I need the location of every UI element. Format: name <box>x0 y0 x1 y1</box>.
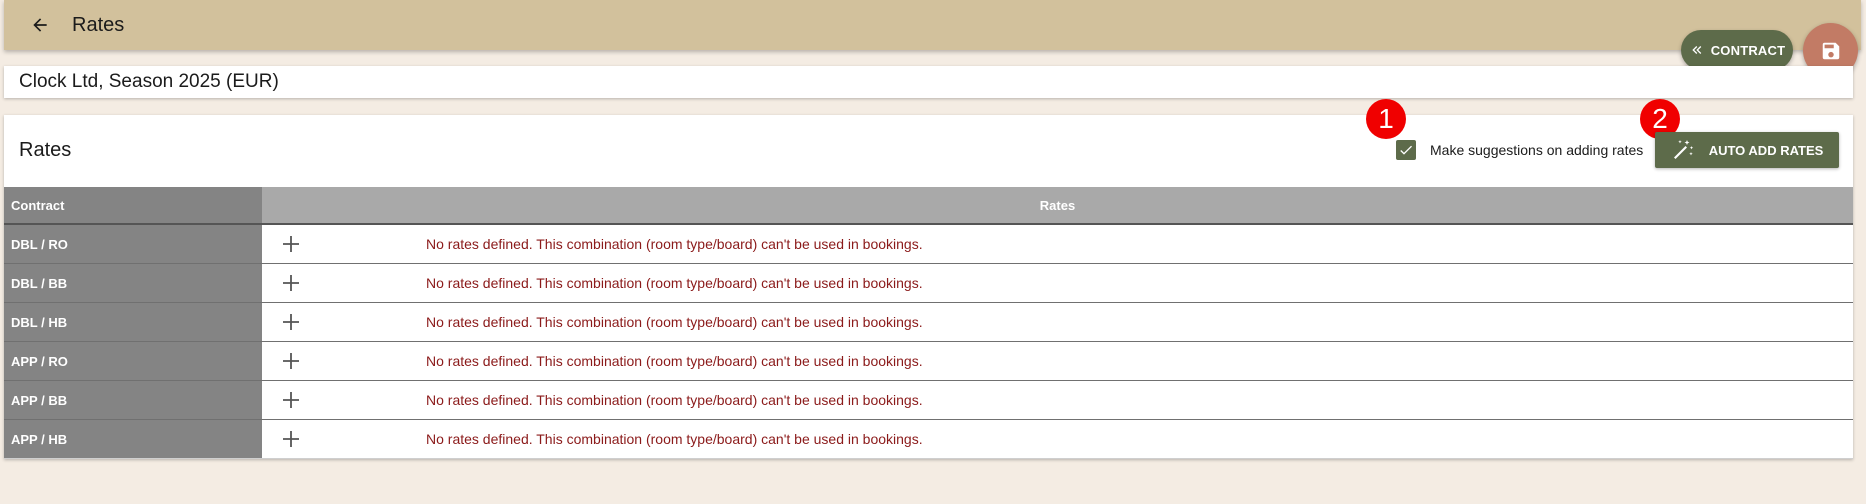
contract-button[interactable]: CONTRACT <box>1681 30 1793 70</box>
plus-icon <box>283 236 299 252</box>
suggest-checkbox[interactable] <box>1396 140 1416 160</box>
back-button[interactable] <box>20 5 60 45</box>
no-rates-message: No rates defined. This combination (room… <box>426 314 923 330</box>
double-chevron-left-icon <box>1692 46 1701 54</box>
contract-subtitle-card: Clock Ltd, Season 2025 (EUR) <box>4 66 1853 98</box>
no-rates-message: No rates defined. This combination (room… <box>426 236 923 252</box>
row-rates-cell: No rates defined. This combination (room… <box>262 381 1853 419</box>
row-rates-cell: No rates defined. This combination (room… <box>262 420 1853 458</box>
suggest-checkbox-label: Make suggestions on adding rates <box>1430 142 1644 158</box>
checkmark-icon <box>1400 145 1412 155</box>
contract-subtitle: Clock Ltd, Season 2025 (EUR) <box>19 71 279 92</box>
row-label: DBL / HB <box>4 303 262 341</box>
no-rates-message: No rates defined. This combination (room… <box>426 353 923 369</box>
no-rates-message: No rates defined. This combination (room… <box>426 431 923 447</box>
add-rate-button[interactable] <box>280 428 302 450</box>
app-bar: Rates <box>4 0 1861 50</box>
add-rate-button[interactable] <box>280 233 302 255</box>
suggest-toggle: Make suggestions on adding rates <box>1396 140 1643 160</box>
plus-icon <box>283 431 299 447</box>
row-rates-cell: No rates defined. This combination (room… <box>262 225 1853 263</box>
row-rates-cell: No rates defined. This combination (room… <box>262 264 1853 302</box>
page-title: Rates <box>72 13 125 36</box>
rates-card: Rates 1 2 Make suggestions on adding rat… <box>4 99 1853 459</box>
auto-add-rates-label: AUTO ADD RATES <box>1708 142 1824 158</box>
no-rates-message: No rates defined. This combination (room… <box>426 392 923 408</box>
row-label: APP / RO <box>4 342 262 380</box>
auto-add-rates-button[interactable]: AUTO ADD RATES <box>1655 132 1839 168</box>
plus-icon <box>283 275 299 291</box>
table-header: Contract Rates <box>4 187 1853 225</box>
add-rate-button[interactable] <box>280 272 302 294</box>
column-header-rates: Rates <box>262 187 1853 223</box>
add-rate-button[interactable] <box>280 350 302 372</box>
row-label: DBL / BB <box>4 264 262 302</box>
marker-1: 1 <box>1366 99 1406 139</box>
floppy-disk-icon <box>1822 42 1839 59</box>
column-header-contract: Contract <box>4 187 262 223</box>
no-rates-message: No rates defined. This combination (room… <box>426 275 923 291</box>
table-row: APP / HB No rates defined. This combinat… <box>4 420 1853 459</box>
contract-button-label: CONTRACT <box>1710 42 1786 58</box>
magic-wand-icon <box>1673 140 1693 159</box>
row-label: APP / BB <box>4 381 262 419</box>
rates-heading: Rates <box>19 139 72 161</box>
plus-icon <box>283 353 299 369</box>
row-label: DBL / RO <box>4 225 262 263</box>
table-row: APP / RO No rates defined. This combinat… <box>4 342 1853 381</box>
row-label: APP / HB <box>4 420 262 458</box>
arrow-left-icon <box>33 18 47 32</box>
row-rates-cell: No rates defined. This combination (room… <box>262 342 1853 380</box>
table-row: APP / BB No rates defined. This combinat… <box>4 381 1853 420</box>
table-row: DBL / BB No rates defined. This combinat… <box>4 264 1853 303</box>
plus-icon <box>283 314 299 330</box>
row-rates-cell: No rates defined. This combination (room… <box>262 303 1853 341</box>
rates-table: Contract Rates DBL / RO No rates defined… <box>4 187 1853 459</box>
add-rate-button[interactable] <box>280 311 302 333</box>
add-rate-button[interactable] <box>280 389 302 411</box>
plus-icon <box>283 392 299 408</box>
table-row: DBL / HB No rates defined. This combinat… <box>4 303 1853 342</box>
table-row: DBL / RO No rates defined. This combinat… <box>4 225 1853 264</box>
